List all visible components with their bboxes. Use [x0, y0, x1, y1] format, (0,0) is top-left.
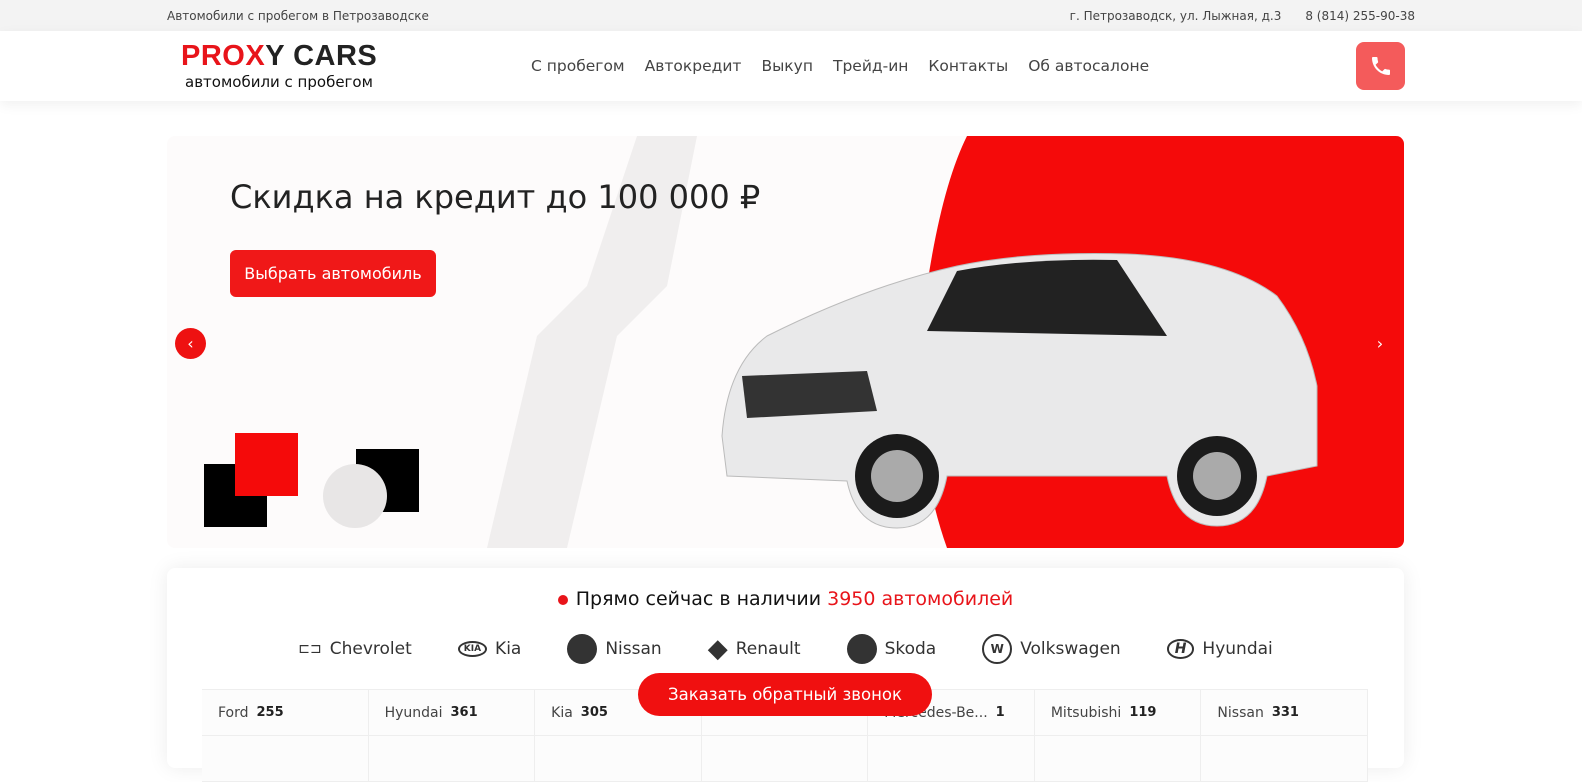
brand-hyundai[interactable]: H Hyundai — [1166, 634, 1273, 664]
chevrolet-logo-icon: ⊏⊐ — [298, 641, 322, 657]
brand-label: Chevrolet — [329, 639, 412, 659]
cell-count: 255 — [256, 705, 284, 720]
brand-cell[interactable]: Mitsubishi 119 — [1034, 690, 1202, 736]
hero-slider: Скидка на кредит до 100 000 ₽ Выбрать ав… — [167, 136, 1404, 548]
stock-count: 3950 автомобилей — [827, 588, 1014, 610]
chevron-left-icon: ‹ — [187, 334, 194, 353]
brand-skoda[interactable]: Skoda — [846, 634, 937, 664]
brand-cell[interactable] — [1034, 736, 1202, 782]
cell-count: 1 — [995, 705, 1005, 720]
nav-about[interactable]: Об автосалоне — [1028, 57, 1149, 75]
cell-count: 331 — [1271, 705, 1299, 720]
nav-trade-in[interactable]: Трейд-ин — [833, 57, 908, 75]
logo[interactable]: PROXY CARS автомобили с пробегом — [181, 42, 411, 90]
phone-icon — [1371, 57, 1390, 75]
top-bar: Автомобили с пробегом в Петрозаводске г.… — [0, 0, 1582, 31]
slider-next-button[interactable]: › — [1368, 328, 1392, 359]
slider-prev-button[interactable]: ‹ — [175, 328, 206, 359]
cell-count: 305 — [580, 705, 608, 720]
main-nav: С пробегом Автокредит Выкуп Трейд-ин Кон… — [531, 57, 1149, 75]
kia-logo-icon: KIA — [457, 641, 488, 657]
brand-label: Skoda — [884, 639, 937, 659]
brand-cell[interactable] — [1201, 736, 1368, 782]
nav-buyout[interactable]: Выкуп — [761, 57, 813, 75]
cell-count: 361 — [450, 705, 478, 720]
brand-cell[interactable] — [368, 736, 536, 782]
brand-kia[interactable]: KIA Kia — [457, 634, 522, 664]
brand-cell[interactable]: Nissan 331 — [1201, 690, 1368, 736]
stock-title: Прямо сейчас в наличии 3950 автомобилей — [167, 588, 1404, 610]
callback-button[interactable]: Заказать обратный звонок — [638, 673, 932, 716]
brand-label: Kia — [495, 639, 522, 659]
logo-dark: Y CARS — [265, 40, 378, 72]
nav-credit[interactable]: Автокредит — [645, 57, 742, 75]
tagline: Автомобили с пробегом в Петрозаводске — [167, 8, 429, 23]
nav-contacts[interactable]: Контакты — [928, 57, 1008, 75]
renault-logo-icon: ◆ — [707, 634, 728, 664]
brand-cell[interactable] — [868, 736, 1035, 782]
brand-cell[interactable] — [202, 736, 369, 782]
brand-label: Hyundai — [1202, 639, 1273, 659]
cell-count: 119 — [1129, 705, 1157, 720]
skoda-logo-icon — [846, 634, 877, 664]
address: г. Петрозаводск, ул. Лыжная, д.3 — [1069, 8, 1282, 23]
header: PROXY CARS автомобили с пробегом С пробе… — [0, 31, 1582, 101]
brand-list: ⊏⊐ Chevrolet KIA Kia Nissan ◆ Renault Skoda… — [167, 634, 1404, 664]
nissan-logo-icon — [567, 634, 598, 664]
cell-name: Kia — [551, 704, 573, 721]
brand-renault[interactable]: ◆ Renault — [708, 634, 801, 664]
volkswagen-logo-icon: W — [982, 634, 1013, 664]
brand-cell[interactable] — [535, 736, 702, 782]
chevron-right-icon: › — [1376, 334, 1384, 353]
phone-link[interactable]: 8 (814) 255-90-38 — [1305, 9, 1415, 23]
hyundai-logo-icon: H — [1166, 639, 1195, 659]
cell-name: Mitsubishi — [1050, 704, 1122, 721]
brand-chevrolet[interactable]: ⊏⊐ Chevrolet — [298, 634, 412, 664]
brand-cell[interactable]: Hyundai 361 — [368, 690, 536, 736]
nav-used[interactable]: С пробегом — [531, 57, 625, 75]
stock-title-prefix: Прямо сейчас в наличии — [575, 588, 822, 610]
dot-icon — [557, 594, 568, 605]
brand-volkswagen[interactable]: W Volkswagen — [982, 634, 1121, 664]
call-button[interactable] — [1356, 42, 1405, 90]
choose-car-button[interactable]: Выбрать автомобиль — [230, 250, 436, 297]
brand-label: Volkswagen — [1020, 639, 1121, 659]
brand-cell[interactable]: Ford 255 — [202, 690, 369, 736]
brand-label: Renault — [735, 639, 801, 659]
stock-panel: Прямо сейчас в наличии 3950 автомобилей … — [167, 568, 1404, 782]
cell-name: Hyundai — [384, 704, 443, 721]
cell-name: Ford — [218, 704, 249, 721]
brand-cell[interactable] — [701, 736, 869, 782]
hero-title: Скидка на кредит до 100 000 ₽ — [230, 178, 761, 216]
logo-subtitle: автомобили с пробегом — [185, 73, 373, 91]
logo-red: PROX — [181, 40, 266, 72]
brand-label: Nissan — [605, 639, 662, 659]
cell-name: Nissan — [1217, 704, 1264, 721]
brand-nissan[interactable]: Nissan — [567, 634, 662, 664]
